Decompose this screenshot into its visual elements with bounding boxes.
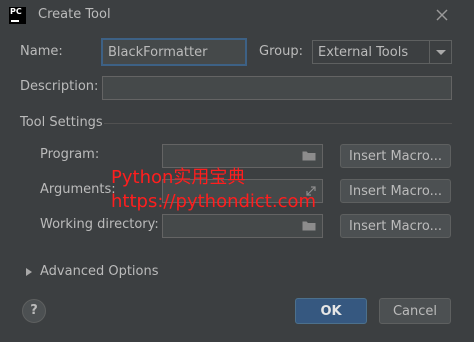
folder-icon xyxy=(302,151,316,161)
description-label: Description: xyxy=(20,79,99,94)
expand-icon xyxy=(306,186,316,196)
program-label: Program: xyxy=(40,147,100,162)
description-field[interactable] xyxy=(102,76,452,100)
close-button[interactable] xyxy=(433,6,451,24)
working-directory-field[interactable] xyxy=(162,214,323,238)
group-dropdown-value: External Tools xyxy=(318,45,409,60)
working-directory-label: Working directory: xyxy=(40,217,159,232)
program-field[interactable] xyxy=(162,144,323,168)
program-browse-button[interactable] xyxy=(302,150,316,161)
arguments-label: Arguments: xyxy=(40,182,116,197)
group-label: Group: xyxy=(259,44,303,59)
tool-settings-title: Tool Settings xyxy=(20,115,103,130)
ok-button[interactable]: OK xyxy=(295,298,367,324)
title-bar: PC Create Tool xyxy=(0,0,474,31)
group-dropdown-arrow[interactable] xyxy=(429,41,451,63)
working-directory-browse-button[interactable] xyxy=(302,220,316,231)
arguments-insert-macro-button[interactable]: Insert Macro... xyxy=(340,179,451,203)
help-button[interactable]: ? xyxy=(22,299,46,323)
close-icon xyxy=(436,9,448,21)
window-title: Create Tool xyxy=(38,7,111,22)
working-directory-insert-macro-button[interactable]: Insert Macro... xyxy=(340,214,451,238)
cancel-button[interactable]: Cancel xyxy=(379,298,451,324)
name-label: Name: xyxy=(20,44,63,59)
pycharm-app-icon: PC xyxy=(9,7,26,24)
name-field[interactable] xyxy=(101,38,247,66)
arguments-expand-button[interactable] xyxy=(305,185,317,197)
triangle-right-icon xyxy=(26,268,32,276)
advanced-options-label: Advanced Options xyxy=(40,264,159,279)
advanced-options-toggle[interactable]: Advanced Options xyxy=(24,264,164,280)
arguments-field[interactable] xyxy=(162,179,323,203)
section-divider xyxy=(104,123,452,124)
group-dropdown[interactable]: External Tools xyxy=(312,40,452,64)
program-insert-macro-button[interactable]: Insert Macro... xyxy=(340,144,451,168)
folder-icon xyxy=(302,221,316,231)
app-icon-text: PC xyxy=(10,7,22,16)
chevron-down-icon xyxy=(436,50,446,55)
